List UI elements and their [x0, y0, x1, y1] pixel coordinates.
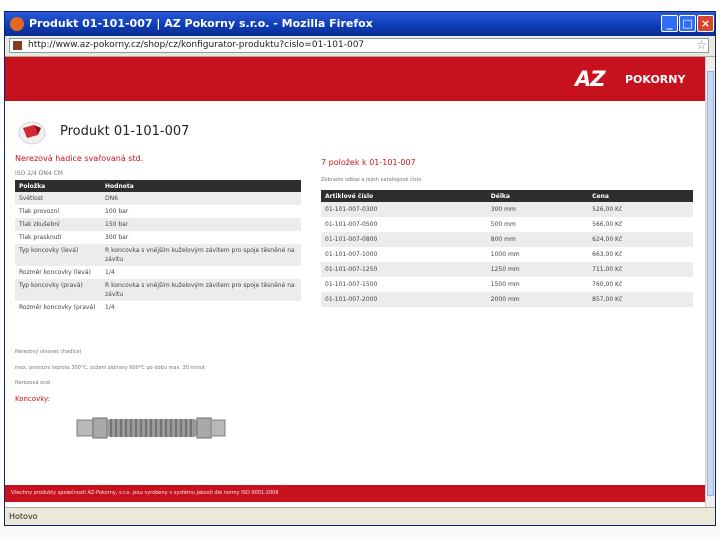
variant-row[interactable]: 01-101-007-1250 1250 mm 711,00 Kč	[321, 262, 693, 277]
spec-value: R koncovka s vnějším kuželovým závitem p…	[101, 244, 301, 266]
variants-table: Artiklové číslo Délka Cena 01-101-007-03…	[321, 190, 693, 307]
note-temperature: max. provozní teplota 300°C, zúžení zábr…	[15, 365, 206, 371]
note-material: Nerezový vlnovec (hadice)	[15, 349, 82, 355]
variant-row[interactable]: 01-101-007-0300 300 mm 526,00 Kč	[321, 202, 693, 217]
spec-row: Typ koncovky (pravá) R koncovka s vnějším…	[15, 279, 301, 301]
variants-header-code: Artiklové číslo	[321, 190, 487, 202]
spec-row: Typ koncovky (levá) R koncovka s vnějším …	[15, 244, 301, 266]
minimize-button[interactable]: _	[661, 15, 678, 32]
spec-value: 300 bar	[105, 234, 129, 241]
koncovky-label: Koncovky:	[15, 395, 51, 403]
variant-code[interactable]: 01-101-007-1500	[321, 277, 487, 292]
spec-value: DN6	[101, 192, 301, 205]
product-subtitle: Nerezová hadice svařovaná std.	[15, 154, 144, 163]
spec-key: Rozměr koncovky (pravá)	[19, 304, 96, 311]
background-bottom	[0, 526, 720, 540]
navigation-bar: http://www.az-pokorny.cz/shop/cz/konfigu…	[5, 36, 715, 57]
status-bar: Hotovo	[5, 507, 715, 525]
az-pokorny-logo[interactable]: AZ POKORNY	[575, 67, 693, 93]
spec-row: Tlak provozní 100 bar	[15, 205, 301, 218]
scrollbar-thumb[interactable]	[707, 71, 714, 496]
spec-key: Světlost	[15, 192, 101, 205]
variant-price: 760,00 Kč	[592, 281, 623, 288]
variant-length: 1000 mm	[490, 251, 520, 258]
title-bar: Produkt 01-101-007 | AZ Pokorny s.r.o. -…	[5, 12, 715, 36]
spec-value: 150 bar	[101, 218, 301, 231]
variants-title: 7 položek k 01-101-007	[321, 158, 416, 167]
variants-header-length: Délka	[486, 190, 589, 202]
spec-row: Tlak zkušební 150 bar	[15, 218, 301, 231]
variant-code[interactable]: 01-101-007-0500	[321, 217, 487, 232]
spec-value: 100 bar	[105, 208, 129, 215]
spec-row: Světlost DN6	[15, 192, 301, 205]
spec-row: Rozměr koncovky (pravá) 1/4	[15, 301, 301, 314]
status-text: Hotovo	[9, 512, 38, 521]
site-favicon-icon	[13, 41, 22, 50]
logo-text: POKORNY	[625, 73, 686, 86]
variant-price: 857,00 Kč	[588, 292, 693, 307]
variant-row[interactable]: 01-101-007-0800 800 mm 624,00 Kč	[321, 232, 693, 247]
vertical-scrollbar[interactable]	[705, 57, 715, 507]
page-content: AZ POKORNY Produkt 01-101-007 Nerezová h…	[5, 57, 705, 507]
close-button[interactable]: ×	[697, 15, 714, 32]
variants-header-price: Cena	[588, 190, 693, 202]
spec-header-key: Položka	[15, 180, 101, 192]
variant-length: 2000 mm	[486, 292, 589, 307]
spec-value: R koncovka s vnějším kuželovým závitem p…	[101, 279, 301, 301]
spec-key: Tlak zkušební	[15, 218, 101, 231]
variant-price: 624,00 Kč	[588, 232, 693, 247]
url-input[interactable]: http://www.az-pokorny.cz/shop/cz/konfigu…	[9, 38, 709, 53]
note-steel: Nerezová ocel	[15, 380, 51, 386]
variant-code[interactable]: 01-101-007-0300	[321, 202, 487, 217]
variant-length: 500 mm	[490, 221, 516, 228]
spec-value: 1/4	[105, 304, 115, 311]
variants-subtitle: Zobrazte odkaz a jejich katalogové číslo	[321, 177, 422, 183]
spec-key: Tlak prasknutí	[19, 234, 62, 241]
spec-key: Rozměr koncovky (levá)	[19, 269, 91, 276]
maximize-button[interactable]: □	[679, 15, 696, 32]
spec-row: Rozměr koncovky (levá) 1/4	[15, 266, 301, 279]
variants-table-header: Artiklové číslo Délka Cena	[321, 190, 693, 202]
spec-header-value: Hodnota	[101, 180, 301, 192]
variant-code[interactable]: 01-101-007-2000	[321, 292, 487, 307]
variant-row[interactable]: 01-101-007-1000 1000 mm 663,00 Kč	[321, 247, 693, 262]
variant-row[interactable]: 01-101-007-2000 2000 mm 857,00 Kč	[321, 292, 693, 307]
background-top	[0, 0, 720, 10]
product-icon	[18, 121, 46, 145]
variant-length: 1250 mm	[486, 262, 589, 277]
variant-price: 566,00 Kč	[592, 221, 623, 228]
variant-length: 1500 mm	[490, 281, 520, 288]
url-text: http://www.az-pokorny.cz/shop/cz/konfigu…	[28, 40, 365, 50]
variant-price: 526,00 Kč	[588, 202, 693, 217]
site-header: AZ POKORNY	[5, 57, 705, 101]
firefox-icon	[10, 17, 24, 31]
variant-code[interactable]: 01-101-007-1250	[321, 262, 487, 277]
logo-mark: AZ	[575, 67, 606, 91]
spec-key: Typ koncovky (pravá)	[15, 279, 101, 301]
site-footer: Všechny produkty společnosti AZ-Pokorny,…	[5, 485, 705, 502]
page-title: Produkt 01-101-007	[60, 124, 190, 139]
footer-text: Všechny produkty společnosti AZ-Pokorny,…	[11, 490, 279, 496]
spec-value: 1/4	[105, 269, 115, 276]
spec-key: Tlak provozní	[19, 208, 60, 215]
spec-table: Položka Hodnota Světlost DN6 Tlak provozn…	[15, 180, 301, 314]
variant-length: 300 mm	[486, 202, 589, 217]
variant-price: 663,00 Kč	[592, 251, 623, 258]
browser-window: Produkt 01-101-007 | AZ Pokorny s.r.o. -…	[4, 11, 716, 526]
spec-table-header: Položka Hodnota	[15, 180, 301, 192]
variant-row[interactable]: 01-101-007-1500 1500 mm 760,00 Kč	[321, 277, 693, 292]
spec-row: Tlak prasknutí 300 bar	[15, 231, 301, 244]
variant-code[interactable]: 01-101-007-1000	[321, 247, 487, 262]
variant-code[interactable]: 01-101-007-0800	[321, 232, 487, 247]
spec-key: Typ koncovky (levá)	[15, 244, 101, 266]
hose-product-image	[76, 417, 226, 439]
variant-price: 711,00 Kč	[588, 262, 693, 277]
variant-length: 800 mm	[486, 232, 589, 247]
variant-row[interactable]: 01-101-007-0500 500 mm 566,00 Kč	[321, 217, 693, 232]
bookmark-star-icon[interactable]: ☆	[696, 38, 707, 52]
spec-code: ISO 2/4 DN4 CM	[15, 170, 63, 177]
window-title: Produkt 01-101-007 | AZ Pokorny s.r.o. -…	[29, 17, 373, 30]
